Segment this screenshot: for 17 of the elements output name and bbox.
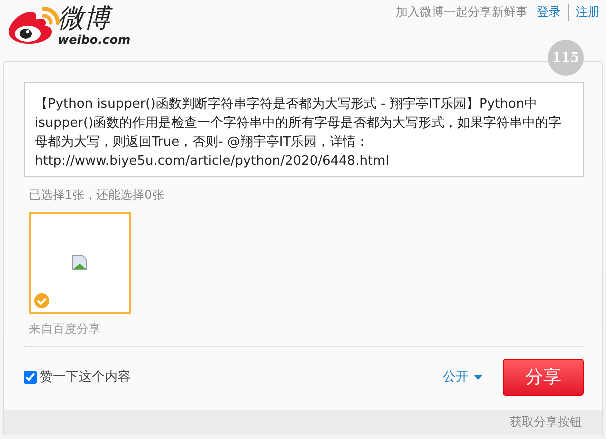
source-label: 来自百度分享 (29, 321, 102, 338)
like-label: 赞一下这个内容 (40, 369, 131, 386)
logo-domain: weibo.com (58, 34, 131, 46)
image-thumbnail[interactable] (29, 212, 131, 314)
like-checkbox[interactable] (24, 370, 37, 384)
header-link[interactable]: 注册 (568, 4, 600, 21)
share-text-field[interactable]: 【Python isupper()函数判断字符串字符是否都为大写形式 - 翔宇亭IT乐园】Python中isupper()函数的作用是检查一个字符串中的所有字母是否都为大写形式，如果字符串中的字母都为大写，则返回True，否则- @翔宇亭IT乐园，详情：http://www.biye5u.com/article/python/2020/6448.html (24, 82, 584, 177)
get-share-button-link[interactable]: 获取分享按钮 (510, 414, 582, 431)
check-icon (34, 293, 50, 309)
caret-icon (474, 374, 483, 380)
broken-image-icon (72, 255, 88, 271)
visibility-dropdown[interactable]: 公开 (443, 368, 483, 386)
share-button[interactable]: 分享 (503, 358, 584, 396)
tagline: 加入微博一起分享新鲜事 (396, 4, 528, 21)
selection-info: 已选择1张，还能选择0张 (29, 187, 166, 204)
logo-text: 微博 (58, 4, 131, 34)
header-link[interactable]: 登录 (537, 4, 561, 21)
